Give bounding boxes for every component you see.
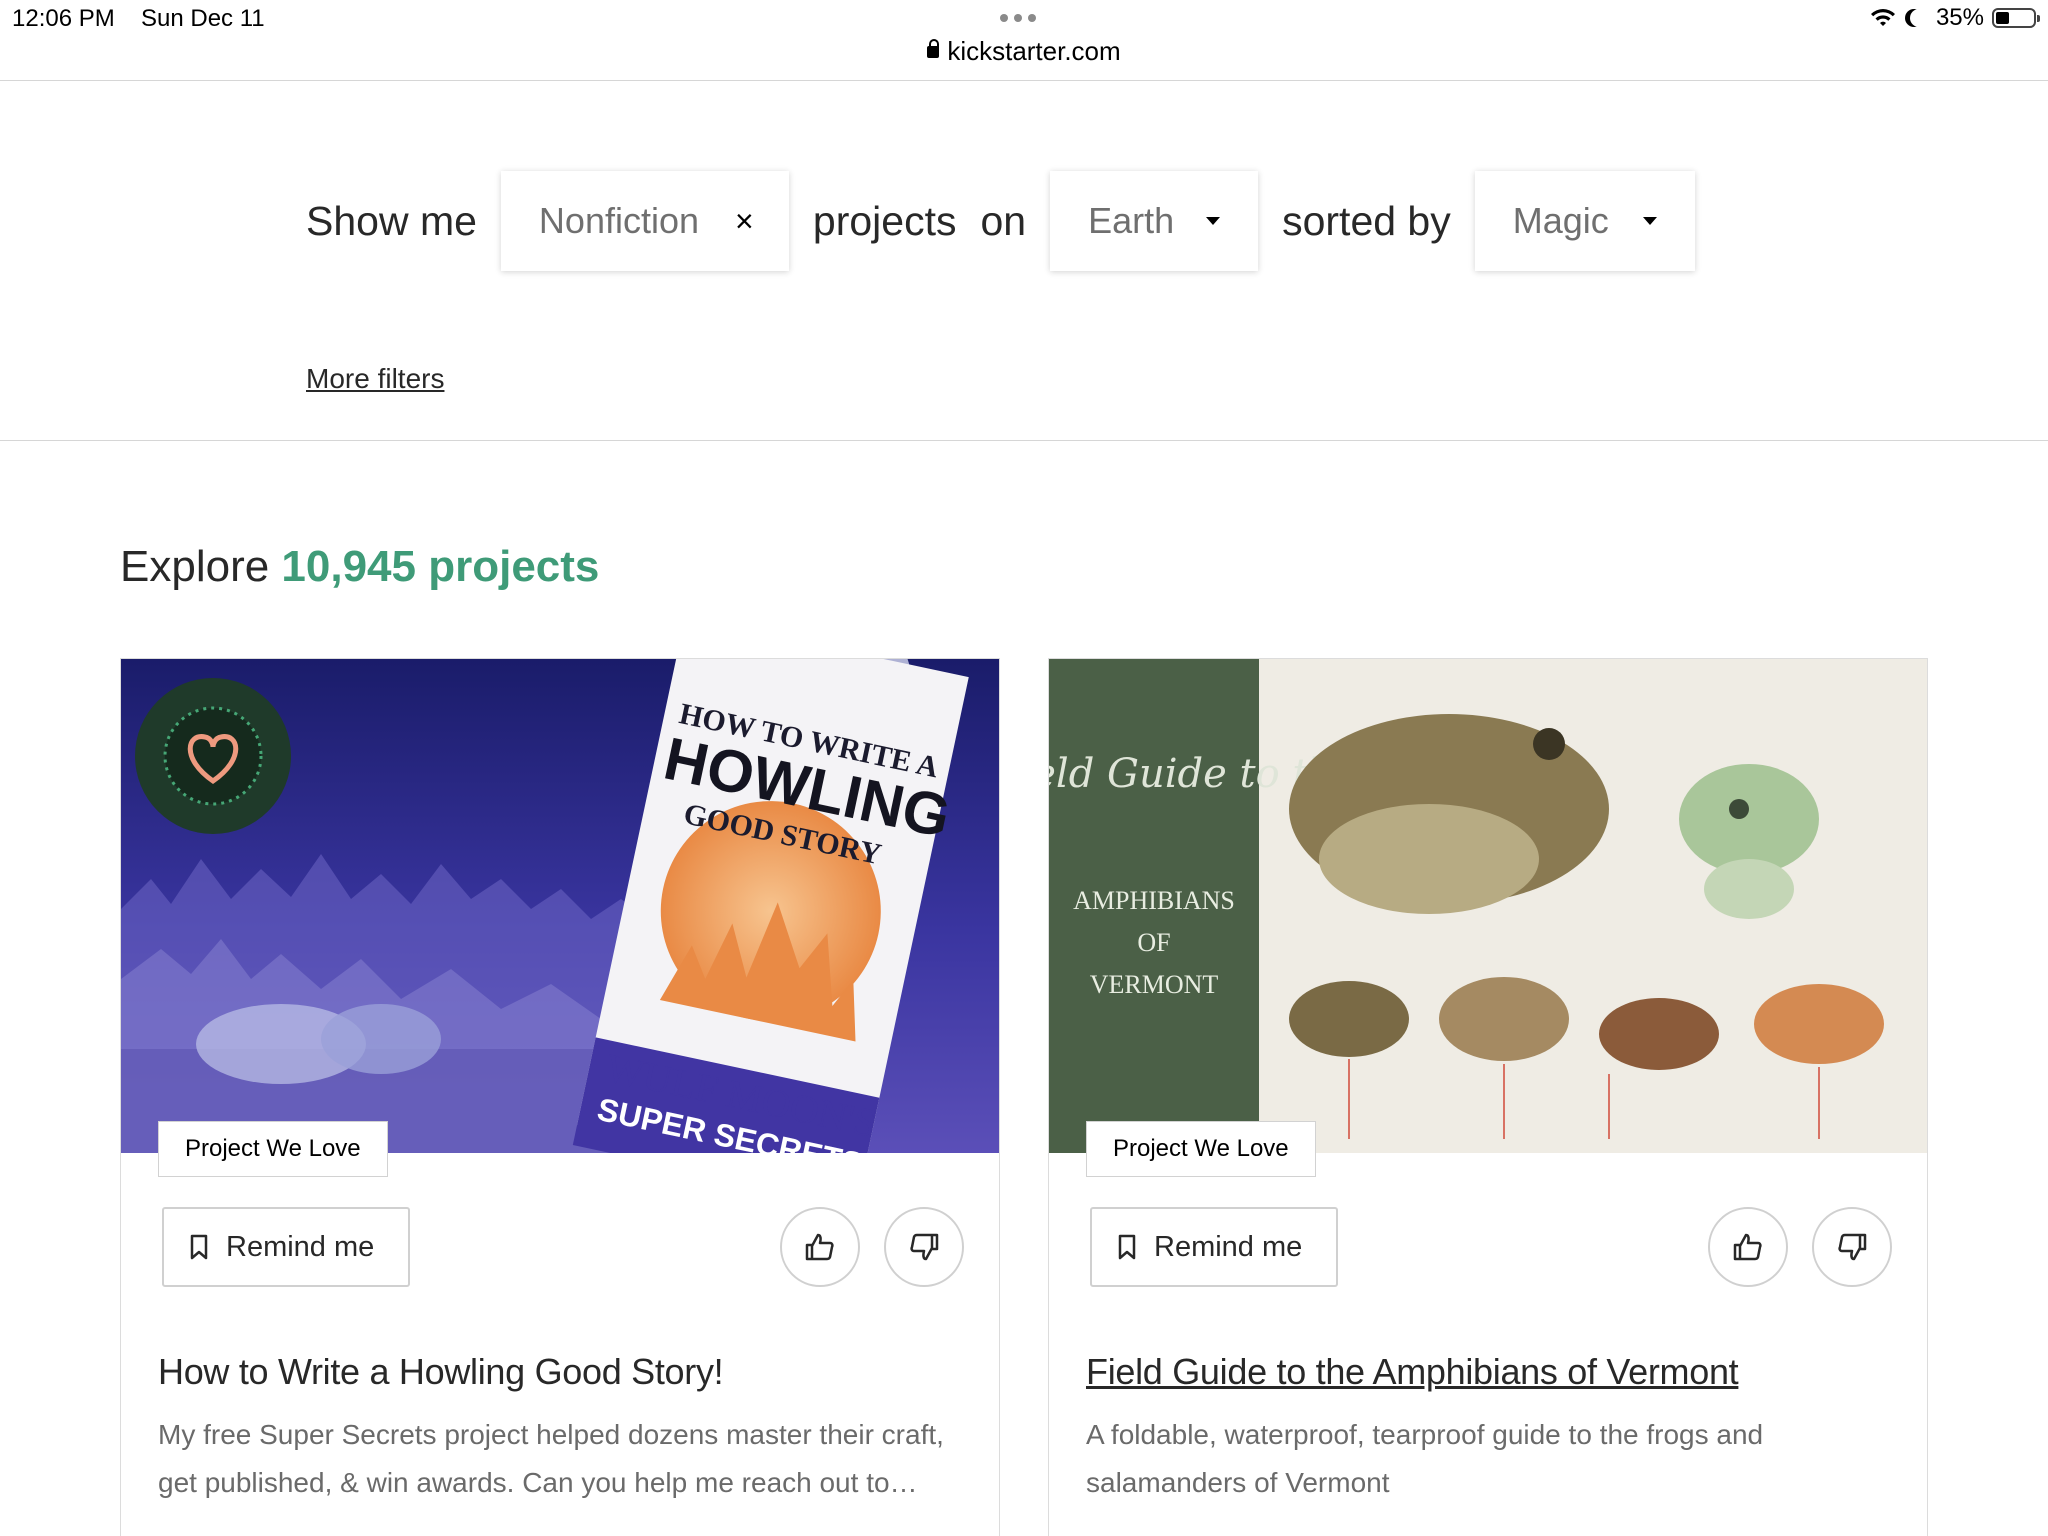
category-value: Nonfiction <box>538 200 700 241</box>
project-image[interactable]: A Field Guide to the AMPHIBIANS OF VERMO… <box>1049 659 1927 1153</box>
chevron-down-icon <box>1206 217 1221 225</box>
sort-value: Magic <box>1512 200 1609 241</box>
location-dropdown[interactable]: Earth <box>1050 171 1259 271</box>
wifi-icon <box>1870 9 1895 26</box>
on-label: on <box>980 197 1027 244</box>
thumbs-down-icon <box>910 1233 939 1261</box>
bookmark-icon <box>190 1234 208 1260</box>
project-we-love-badge: Project We Love <box>158 1121 388 1177</box>
thumbs-down-button[interactable] <box>884 1207 964 1287</box>
show-me-label: Show me <box>306 197 477 244</box>
thumbs-down-icon <box>1838 1233 1867 1261</box>
more-dots-icon[interactable] <box>1000 14 1036 22</box>
filter-sentence: Show me Nonfiction × projects on Earth s… <box>306 171 1695 271</box>
moon-icon <box>1910 9 1928 27</box>
project-card[interactable]: HOW TO WRITE A HOWLING GOOD STORY WULF M… <box>120 658 1000 1536</box>
guide-line-3: VERMONT <box>1090 970 1219 999</box>
thumbs-up-icon <box>1733 1233 1762 1261</box>
clear-category-icon[interactable]: × <box>735 203 754 240</box>
explore-heading: Explore 10,945 projects <box>120 542 599 592</box>
project-title-link[interactable]: Field Guide to the Amphibians of Vermont <box>1086 1351 1739 1393</box>
status-time: 12:06 PM <box>12 5 115 32</box>
url-bar[interactable]: kickstarter.com <box>0 36 2048 67</box>
lock-icon <box>927 39 940 58</box>
amphibians-guide-illustration: A Field Guide to the AMPHIBIANS OF VERMO… <box>1049 659 1927 1153</box>
sort-dropdown[interactable]: Magic <box>1474 171 1695 271</box>
remind-me-button[interactable]: Remind me <box>1090 1207 1338 1287</box>
project-title[interactable]: How to Write a Howling Good Story! <box>158 1351 724 1393</box>
project-image[interactable]: HOW TO WRITE A HOWLING GOOD STORY WULF M… <box>121 659 999 1153</box>
battery-percent: 35% <box>1935 4 1984 31</box>
guide-line-2: OF <box>1137 928 1170 957</box>
location-value: Earth <box>1088 200 1175 241</box>
explore-prefix: Explore <box>120 542 270 591</box>
project-description: My free Super Secrets project helped doz… <box>158 1419 944 1498</box>
remind-me-label: Remind me <box>1154 1230 1303 1263</box>
thumbs-down-button[interactable] <box>1812 1207 1892 1287</box>
status-right: 35% <box>1870 4 2040 32</box>
project-count: 10,945 projects <box>281 542 600 591</box>
projects-label: projects <box>812 197 957 244</box>
project-description: A foldable, waterproof, tearproof guide … <box>1086 1419 1764 1498</box>
remind-me-label: Remind me <box>226 1230 375 1263</box>
thumbs-up-button[interactable] <box>780 1207 860 1287</box>
browser-top-bar: 12:06 PM Sun Dec 11 kickstarter.com 35% <box>0 0 2048 81</box>
more-filters-link[interactable]: More filters <box>306 363 444 395</box>
url-text: kickstarter.com <box>947 36 1121 66</box>
guide-line-1: AMPHIBIANS <box>1073 886 1235 915</box>
battery-icon <box>1992 8 2040 28</box>
filter-bar: Show me Nonfiction × projects on Earth s… <box>0 80 2048 441</box>
category-filter[interactable]: Nonfiction × <box>500 171 789 271</box>
chevron-down-icon <box>1642 217 1657 225</box>
bookmark-icon <box>1118 1234 1136 1260</box>
thumbs-up-icon <box>805 1233 834 1261</box>
sorted-by-label: sorted by <box>1282 197 1451 244</box>
project-card[interactable]: A Field Guide to the AMPHIBIANS OF VERMO… <box>1048 658 1928 1536</box>
remind-me-button[interactable]: Remind me <box>162 1207 410 1287</box>
howling-book-illustration: HOW TO WRITE A HOWLING GOOD STORY WULF M… <box>121 659 999 1153</box>
status-date: Sun Dec 11 <box>141 5 265 32</box>
project-we-love-badge: Project We Love <box>1086 1121 1316 1177</box>
thumbs-up-button[interactable] <box>1708 1207 1788 1287</box>
